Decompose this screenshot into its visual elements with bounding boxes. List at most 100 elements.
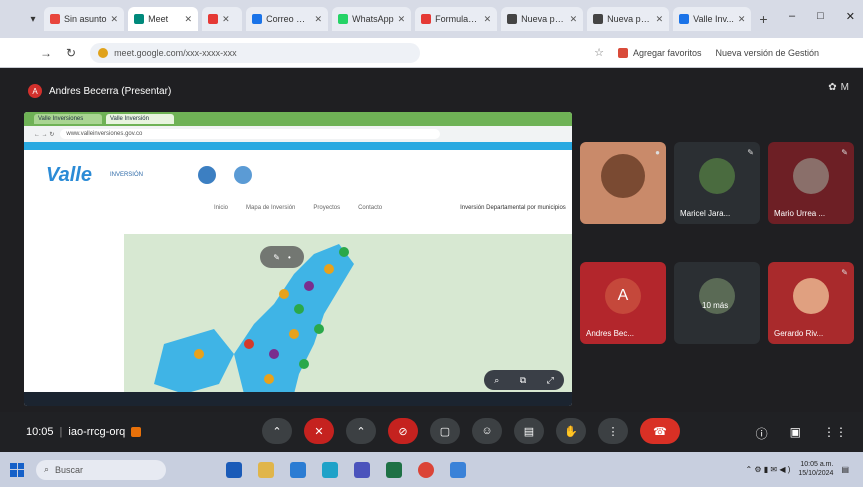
call-controls: ⌃ ✕ ⌃ ⊘ ▢ ☺ ▤ ✋ ⋮ ☎ — [262, 418, 680, 444]
participant-tile[interactable]: ✎ Gerardo Riv... — [768, 262, 854, 344]
map-marker — [194, 349, 204, 359]
taskbar-search[interactable]: ⌕ Buscar — [36, 459, 166, 480]
shared-menu-item: Inicio — [214, 205, 229, 211]
teams-icon[interactable] — [354, 461, 370, 478]
activities-icon[interactable]: ⋮⋮ — [823, 425, 847, 442]
chat-icon[interactable]: ▣ — [790, 425, 801, 442]
camera-toggle-button[interactable]: ⊘ — [388, 418, 418, 444]
emoji-button[interactable]: ☺ — [472, 418, 502, 444]
browser-tab[interactable]: ✕ — [202, 7, 243, 31]
emoji-icon: ✿ — [828, 82, 837, 93]
self-view-indicator[interactable]: ✿ M — [828, 82, 849, 93]
close-icon[interactable]: ✕ — [185, 14, 193, 25]
participant-tile[interactable]: ● — [580, 142, 666, 224]
bookmark-icon — [617, 47, 628, 58]
map-marker — [279, 289, 289, 299]
participant-tile[interactable]: ✎ Mario Urrea ... — [768, 142, 854, 224]
close-icon[interactable]: ✕ — [111, 14, 119, 25]
browser-tab[interactable]: WhatsApp ✕ — [332, 7, 412, 31]
tray-icons[interactable]: ⌃ ⚙ ▮ ✉ ◀ ) — [745, 465, 790, 474]
close-icon[interactable]: ✕ — [222, 14, 230, 25]
close-icon[interactable]: ✕ — [738, 14, 746, 25]
raise-hand-button[interactable]: ✋ — [556, 418, 586, 444]
browser-tab[interactable]: Correo Mi... ✕ — [246, 7, 329, 31]
clock[interactable]: 10:05 a.m. 15/10/2024 — [798, 460, 833, 478]
close-icon[interactable]: ✕ — [656, 14, 664, 25]
star-icon[interactable]: ☆ — [594, 46, 604, 59]
reload-icon[interactable]: ↻ — [66, 46, 76, 60]
site-info-icon[interactable] — [98, 47, 109, 58]
browser-tab[interactable]: Formulari... ✕ — [415, 7, 498, 31]
shared-nav-icon: ← → ↻ — [34, 131, 55, 138]
map-controls[interactable]: ⌕ ⧉ ⤢ — [484, 370, 564, 390]
shared-taskbar — [24, 392, 572, 406]
tab-favicon — [421, 14, 432, 24]
globe-logo-icon — [197, 166, 216, 184]
url-text: meet.google.com/xxx-xxxx-xxx — [114, 47, 237, 58]
present-button[interactable]: ▤ — [514, 418, 544, 444]
close-window-button[interactable]: ✕ — [846, 10, 855, 23]
explorer-icon[interactable] — [258, 461, 274, 478]
window-controls: – □ ✕ — [789, 10, 855, 23]
close-icon[interactable]: ✕ — [484, 14, 492, 25]
participant-tile[interactable]: A Andres Bec... — [580, 262, 666, 344]
address-bar: → ↻ meet.google.com/xxx-xxxx-xxx ☆ Agreg… — [0, 38, 863, 68]
browser-tab[interactable]: Nueva pes...✕ — [587, 7, 670, 31]
windows-start-icon[interactable] — [10, 462, 24, 477]
bookmark-item[interactable]: Agregar favoritos — [617, 47, 701, 58]
map-marker — [299, 359, 309, 369]
bookmark-item[interactable]: Nueva versión de Gestión — [715, 48, 819, 58]
forward-icon[interactable]: → — [40, 46, 52, 60]
tab-favicon — [208, 14, 219, 24]
zoom-icon[interactable]: ⌕ — [494, 375, 499, 386]
expand-icon[interactable]: ⤢ — [547, 375, 554, 386]
windows-taskbar: ⌕ Buscar ⌃ ⚙ ▮ ✉ ◀ ) 10:05 a.m. 15/10/20… — [0, 452, 863, 487]
shared-screen[interactable]: Valle Inversiones Valle Inversión ← → ↻ … — [24, 112, 572, 406]
share-icon[interactable]: ⧉ — [520, 375, 526, 386]
shared-menu-item: Proyectos — [313, 205, 341, 211]
tab-search-icon[interactable]: ▾ — [26, 14, 40, 25]
map-marker — [339, 247, 349, 257]
mic-off-icon: ● — [655, 148, 660, 157]
participant-tile[interactable]: 10 más — [674, 262, 760, 344]
close-icon[interactable]: ✕ — [570, 14, 578, 25]
browser-tabbar: ▾ Sin asunto ✕ Meet ✕ ✕ Correo Mi... ✕ What… — [0, 0, 863, 38]
excel-icon[interactable] — [386, 461, 402, 478]
participant-photo-icon — [793, 278, 829, 315]
leave-call-button[interactable]: ☎ — [640, 418, 680, 444]
shared-address-bar: ← → ↻ www.valleinversiones.gov.co — [24, 126, 572, 142]
participant-name: Andres Bec... — [586, 329, 635, 338]
meeting-time: 10:05 — [26, 426, 54, 438]
mic-off-icon: ✎ — [841, 268, 848, 277]
edge-icon[interactable] — [322, 461, 338, 478]
tab-favicon — [252, 14, 263, 24]
store-icon[interactable] — [290, 461, 306, 478]
mic-off-icon: ✎ — [841, 148, 848, 157]
app-icon[interactable] — [450, 461, 466, 478]
maximize-button[interactable]: □ — [817, 10, 824, 23]
info-icon[interactable]: ⓘ — [756, 425, 768, 442]
mic-toggle-button[interactable]: ✕ — [304, 418, 334, 444]
close-icon[interactable]: ✕ — [315, 14, 323, 25]
browser-tab[interactable]: Sin asunto ✕ — [44, 7, 125, 31]
new-tab-button[interactable]: + — [759, 11, 767, 27]
url-field[interactable]: meet.google.com/xxx-xxxx-xxx — [90, 42, 421, 63]
shared-tab: Valle Inversiones — [34, 114, 102, 124]
browser-tab[interactable]: Nueva pe... ✕ — [501, 7, 584, 31]
tab-favicon — [679, 14, 690, 24]
region-shape — [154, 329, 234, 394]
minimize-button[interactable]: – — [789, 10, 795, 23]
browser-tab-active[interactable]: Meet ✕ — [128, 7, 199, 31]
mic-options-button[interactable]: ⌃ — [262, 418, 292, 444]
map-pin-control[interactable]: ✎ • — [260, 246, 304, 268]
notification-icon[interactable]: ▤ — [841, 465, 849, 474]
captions-button[interactable]: ▢ — [430, 418, 460, 444]
browser-tab[interactable]: Valle Inv... ✕ — [673, 7, 752, 31]
camera-options-button[interactable]: ⌃ — [346, 418, 376, 444]
map-marker — [264, 374, 274, 384]
close-icon[interactable]: ✕ — [398, 14, 406, 25]
more-options-button[interactable]: ⋮ — [598, 418, 628, 444]
task-view-icon[interactable] — [226, 461, 242, 478]
chrome-icon[interactable] — [418, 461, 434, 478]
participant-tile[interactable]: ✎ Maricel Jara... — [674, 142, 760, 224]
